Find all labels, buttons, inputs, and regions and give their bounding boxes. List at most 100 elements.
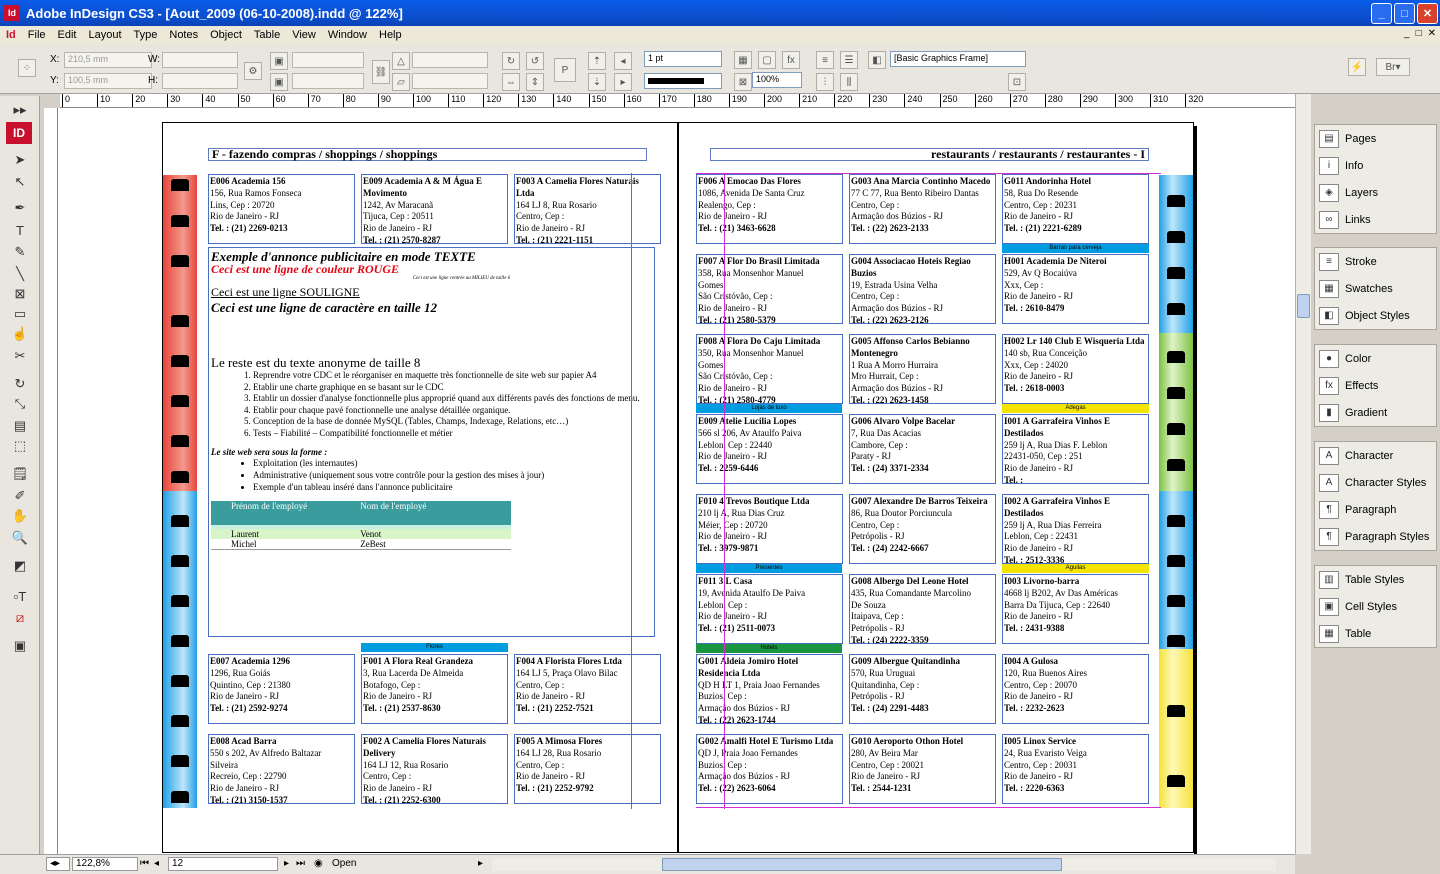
type-tool-icon[interactable]: T	[9, 220, 31, 240]
vertical-scroll-thumb[interactable]	[1297, 294, 1310, 318]
listing-card[interactable]: F011 3 L Casa 19, Avenida Ataulfo De Paiv…	[696, 574, 843, 644]
listing-card[interactable]: F001 A Flora Real Grandeza 3, Rua Lacerda…	[361, 654, 508, 724]
right-page[interactable]: restaurants / restaurants / restaurantes…	[678, 122, 1194, 853]
reference-point-icon[interactable]: ⁘	[18, 59, 36, 77]
view-mode-icon[interactable]: ▣	[9, 636, 31, 656]
select-content-icon[interactable]: ⇣	[588, 73, 606, 91]
color-panel-tab[interactable]: ● Color	[1315, 345, 1436, 372]
zoom-tool-icon[interactable]: 🔍	[9, 528, 31, 548]
advertisement-text-frame[interactable]: Exemple d'annonce publicitaire en mode T…	[208, 247, 655, 637]
stroke-weight-field[interactable]: 1 pt	[644, 51, 722, 67]
rotate-tool-icon[interactable]: ↻	[9, 374, 31, 394]
rectangle-frame-tool-icon[interactable]: ⊠	[9, 284, 31, 304]
object-style-select[interactable]: [Basic Graphics Frame]	[890, 51, 1026, 67]
menu-object[interactable]: Object	[204, 29, 248, 41]
rotate-icon[interactable]: △	[392, 52, 410, 70]
horizontal-ruler[interactable]: 0 10 20 30 40 50 60 70 80 90 100 110 120 130 140 150 160…	[60, 94, 1295, 108]
next-object-icon[interactable]: ▸	[614, 73, 632, 91]
shear-field[interactable]	[412, 73, 488, 89]
doc-close-icon[interactable]: ✕	[1428, 28, 1436, 39]
rectangle-tool-icon[interactable]: ▭	[9, 304, 31, 324]
table-styles-panel-tab[interactable]: ▥ Table Styles	[1315, 566, 1436, 593]
listing-card[interactable]: I005 Linox Service 24, Rua Evaristo Veiga…	[1002, 734, 1149, 804]
listing-card[interactable]: G001 Aldeia Jomiro Hotel Residencia Ltda…	[696, 654, 843, 724]
next-page-icon[interactable]: ▸	[284, 858, 289, 869]
apply-none-icon[interactable]: ⧄	[9, 608, 31, 628]
direct-selection-tool-icon[interactable]: ↖	[9, 172, 31, 192]
stroke-type-select[interactable]	[644, 73, 722, 89]
listing-card[interactable]: F006 A Emocao Das Flores 1086, Avenida De…	[696, 174, 843, 244]
listing-card[interactable]: G004 Associacao Hoteis Regiao Buzios 19, …	[849, 254, 996, 324]
h-field[interactable]	[162, 73, 238, 89]
formatting-container-icon[interactable]: ▫T	[9, 586, 31, 606]
menu-view[interactable]: View	[286, 29, 322, 41]
listing-card[interactable]: E007 Academia 1296 1296, Rua Goiás Quintin…	[208, 654, 355, 724]
swatches-panel-tab[interactable]: ▦ Swatches	[1315, 275, 1436, 302]
note-tool-icon[interactable]: 🗒	[9, 464, 31, 484]
pages-panel-tab[interactable]: ▤ Pages	[1315, 125, 1436, 152]
pencil-tool-icon[interactable]: ✎	[9, 242, 31, 262]
menu-type[interactable]: Type	[128, 29, 164, 41]
last-page-icon[interactable]: ⏭	[296, 858, 305, 869]
menu-table[interactable]: Table	[248, 29, 286, 41]
character-panel-tab[interactable]: A Character	[1315, 442, 1436, 469]
menu-edit[interactable]: Edit	[52, 29, 83, 41]
listing-card[interactable]: G008 Albergo Del Leone Hotel 435, Rua Com…	[849, 574, 996, 644]
text-wrap-box-icon[interactable]: ☰	[840, 51, 858, 69]
effects-panel-tab[interactable]: fx Effects	[1315, 372, 1436, 399]
object-styles-panel-tab[interactable]: ◧ Object Styles	[1315, 302, 1436, 329]
listing-card[interactable]: H002 Lr 140 Club E Wisqueria Ltda 140 sb,…	[1002, 334, 1149, 404]
gradient-panel-tab[interactable]: ▮ Gradient	[1315, 399, 1436, 426]
links-panel-tab[interactable]: ∞ Links	[1315, 206, 1436, 233]
status-arrows-icon[interactable]: ◂▸	[46, 857, 70, 871]
listing-card[interactable]: G002 Amalfi Hotel E Turismo Ltda QD J, Pr…	[696, 734, 843, 804]
listing-card[interactable]: E009 Atelie Lucilia Lopes 566 sl 206, Av …	[696, 414, 843, 484]
listing-card[interactable]: I001 A Garrafeira Vinhos E Destilados 259…	[1002, 414, 1149, 484]
scissors-tool-icon[interactable]: ✂	[9, 346, 31, 366]
listing-card[interactable]: F005 A Mimosa Flores 164 LJ 28, Rua Rosar…	[514, 734, 661, 804]
listing-card[interactable]: E009 Academia A & M Água E Movimento 1242…	[361, 174, 508, 244]
clear-overrides-icon[interactable]: ⊡	[1008, 73, 1026, 91]
menu-file[interactable]: File	[22, 29, 52, 41]
scale-x-field[interactable]	[292, 52, 364, 68]
select-container-icon[interactable]: ⇡	[588, 52, 606, 70]
chain-icon[interactable]: ⛓	[372, 60, 390, 84]
shear-icon[interactable]: ▱	[392, 73, 410, 91]
left-page[interactable]: F - fazendo compras / shoppings / shoppi…	[162, 122, 678, 853]
w-field[interactable]	[162, 52, 238, 68]
align-icon[interactable]: ⫶	[816, 73, 834, 91]
listing-card[interactable]: F010 4 Trevos Boutique Ltda 210 lj A, Rua…	[696, 494, 843, 564]
listing-card[interactable]: E008 Acad Barra 550 s 202, Av Alfredo Bal…	[208, 734, 355, 804]
menu-layout[interactable]: Layout	[82, 29, 127, 41]
listing-card[interactable]: G006 Alvaro Volpe Bacelar 7, Rua Das Acac…	[849, 414, 996, 484]
listing-card[interactable]: G003 Ana Marcia Continho Macedo 77 C 77, …	[849, 174, 996, 244]
page-field[interactable]: 12	[168, 857, 278, 871]
eyedropper-tool-icon[interactable]: ✐	[9, 486, 31, 506]
listing-card[interactable]: I003 Livorno-barra 4668 lj B202, Av Das A…	[1002, 574, 1149, 644]
vertical-scrollbar[interactable]	[1295, 94, 1311, 854]
prev-object-icon[interactable]: ◂	[614, 52, 632, 70]
listing-card[interactable]: F008 A Flora Do Caju Limitada 350, Rua Mo…	[696, 334, 843, 404]
constrain-icon[interactable]: ⚙	[244, 62, 262, 80]
line-tool-icon[interactable]: ╲	[9, 264, 31, 284]
rotate-ccw-icon[interactable]: ↺	[526, 52, 544, 70]
x-field[interactable]: 210,5 mm	[64, 52, 152, 68]
info-panel-tab[interactable]: i Info	[1315, 152, 1436, 179]
button-tool-icon[interactable]: ☝	[9, 324, 31, 344]
listing-card[interactable]: G009 Albergue Quitandinha 570, Rua Urugua…	[849, 654, 996, 724]
object-style-icon[interactable]: ◧	[868, 51, 886, 69]
listing-card[interactable]: H001 Academia De Niteroi 529, Av Q Bocaiú…	[1002, 254, 1149, 324]
menu-help[interactable]: Help	[373, 29, 408, 41]
listing-card[interactable]: G011 Andorinha Hotel 58, Rua Do Resende Ce…	[1002, 174, 1149, 244]
status-menu-icon[interactable]: ▸	[478, 858, 483, 869]
text-wrap-none-icon[interactable]: ≡	[816, 51, 834, 69]
lightning-icon[interactable]: ⚡	[1348, 58, 1366, 76]
fill-stroke-icon[interactable]: ◩	[9, 556, 31, 576]
listing-card[interactable]: F007 A Flor Do Brasil Limitada 358, Rua M…	[696, 254, 843, 324]
opacity-field[interactable]: 100%	[752, 72, 802, 88]
free-transform-tool-icon[interactable]: ⬚	[9, 436, 31, 456]
listing-card[interactable]: I004 A Gulosa 120, Rua Buenos Aires Centro…	[1002, 654, 1149, 724]
scale-x-icon[interactable]: ▣	[270, 52, 288, 70]
layers-panel-tab[interactable]: ◈ Layers	[1315, 179, 1436, 206]
listing-card[interactable]: I002 A Garrafeira Vinhos E Destilados 259…	[1002, 494, 1149, 564]
